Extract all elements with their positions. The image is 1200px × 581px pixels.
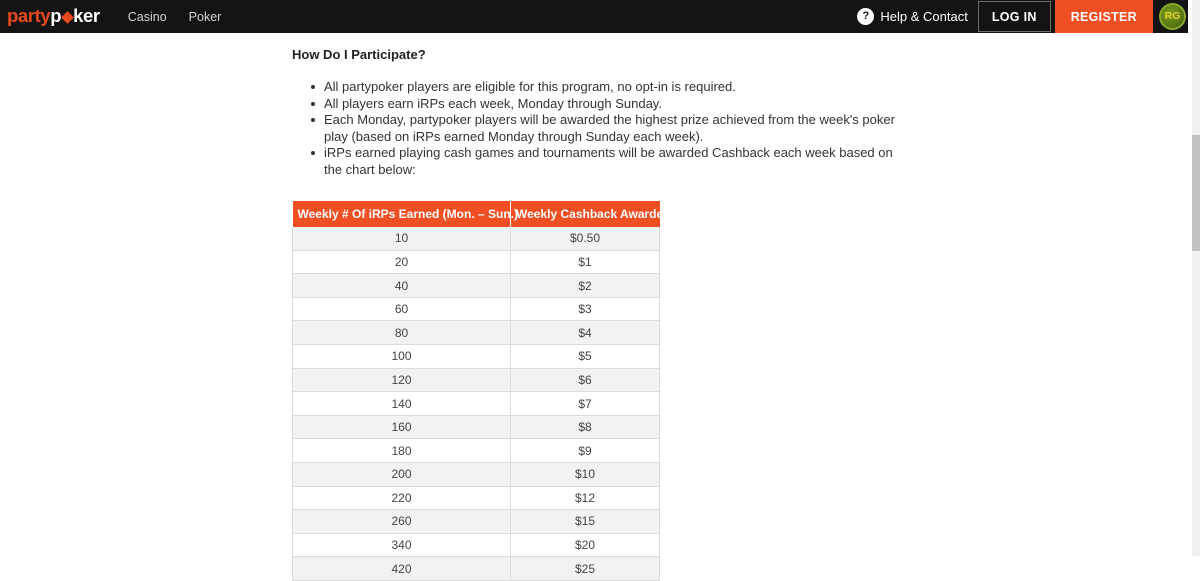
cell-irps-earned: 100 xyxy=(292,344,511,369)
vertical-scrollbar-track[interactable] xyxy=(1192,0,1200,556)
logo-text-ker: ker xyxy=(73,5,100,27)
logo-text-party: party xyxy=(7,5,51,27)
page-heading: How Do I Participate? xyxy=(292,47,426,62)
cell-irps-earned: 420 xyxy=(292,556,511,581)
help-and-contact-link[interactable]: ? Help & Contact xyxy=(857,8,968,25)
table-row: 200 $10 xyxy=(292,462,660,487)
nav-item-casino[interactable]: Casino xyxy=(128,10,167,24)
participation-bullet-list: All partypoker players are eligible for … xyxy=(292,79,912,179)
cell-cashback-awarded: $20 xyxy=(510,533,660,558)
article-body: How Do I Participate? All partypoker pla… xyxy=(292,47,912,581)
register-button[interactable]: REGISTER xyxy=(1054,0,1153,33)
list-item: Each Monday, partypoker players will be … xyxy=(292,112,912,145)
cell-cashback-awarded: $8 xyxy=(510,415,660,440)
table-body: 10 $0.50 20 $1 40 $2 60 $3 80 $4 100 $5 120 $6 140 $7 16… xyxy=(292,226,660,581)
cashback-table: Weekly # Of iRPs Earned (Mon. – Sun.) We… xyxy=(292,200,671,581)
table-row: 10 $0.50 xyxy=(292,226,660,251)
cell-cashback-awarded: $25 xyxy=(510,556,660,581)
table-row: 140 $7 xyxy=(292,391,660,416)
cell-irps-earned: 10 xyxy=(292,226,511,251)
table-header-row: Weekly # Of iRPs Earned (Mon. – Sun.) We… xyxy=(292,200,671,227)
table-row: 40 $2 xyxy=(292,273,660,298)
table-header: Weekly # Of iRPs Earned (Mon. – Sun.) We… xyxy=(292,200,671,227)
help-and-contact-label: Help & Contact xyxy=(880,9,968,24)
table-row: 260 $15 xyxy=(292,509,660,534)
cell-irps-earned: 40 xyxy=(292,273,511,298)
cell-cashback-awarded: $2 xyxy=(510,273,660,298)
cell-irps-earned: 80 xyxy=(292,320,511,346)
table-row: 100 $5 xyxy=(292,344,660,369)
column-header-irps: Weekly # Of iRPs Earned (Mon. – Sun.) xyxy=(292,200,518,227)
responsible-gaming-badge[interactable]: RG xyxy=(1159,3,1186,30)
log-in-button[interactable]: LOG IN xyxy=(977,1,1051,32)
cell-cashback-awarded: $5 xyxy=(510,344,660,369)
cell-irps-earned: 120 xyxy=(292,368,511,393)
cell-irps-earned: 140 xyxy=(292,391,511,416)
cell-irps-earned: 200 xyxy=(292,462,511,487)
cell-cashback-awarded: $4 xyxy=(510,320,660,346)
cell-cashback-awarded: $0.50 xyxy=(510,226,660,251)
question-mark-icon: ? xyxy=(857,8,875,25)
table-row: 160 $8 xyxy=(292,415,660,440)
table-row: 220 $12 xyxy=(292,486,660,511)
cell-irps-earned: 20 xyxy=(292,250,511,275)
cell-cashback-awarded: $1 xyxy=(510,250,660,275)
cell-cashback-awarded: $10 xyxy=(510,462,660,487)
cell-cashback-awarded: $15 xyxy=(510,509,660,534)
vertical-scrollbar-thumb[interactable] xyxy=(1192,135,1200,251)
cell-cashback-awarded: $12 xyxy=(510,486,660,511)
logo-text-p: p xyxy=(50,5,62,27)
top-header-bar: party p ker Casino Poker ? Help & Contact … xyxy=(0,0,1192,33)
table-row: 80 $4 xyxy=(292,320,660,346)
list-item: All partypoker players are eligible for … xyxy=(292,79,912,96)
partypoker-logo[interactable]: party p ker xyxy=(7,7,100,26)
list-item: All players earn iRPs each week, Monday … xyxy=(292,96,912,113)
page-content: How Do I Participate? All partypoker pla… xyxy=(0,33,1192,581)
table-row: 20 $1 xyxy=(292,250,660,275)
nav-item-poker[interactable]: Poker xyxy=(189,10,222,24)
table-row: 420 $25 xyxy=(292,556,660,581)
diamond-icon xyxy=(60,10,74,24)
cell-cashback-awarded: $6 xyxy=(510,368,660,393)
column-header-cashback: Weekly Cashback Awarded xyxy=(510,200,671,227)
cell-cashback-awarded: $3 xyxy=(510,297,660,322)
cell-cashback-awarded: $7 xyxy=(510,391,660,416)
cell-irps-earned: 160 xyxy=(292,415,511,440)
primary-nav: Casino Poker xyxy=(128,10,222,24)
table-row: 60 $3 xyxy=(292,297,660,322)
cell-cashback-awarded: $9 xyxy=(510,438,660,463)
cell-irps-earned: 60 xyxy=(292,297,511,322)
list-item: iRPs earned playing cash games and tourn… xyxy=(292,145,912,178)
table-row: 340 $20 xyxy=(292,533,660,558)
cell-irps-earned: 260 xyxy=(292,509,511,534)
header-actions: ? Help & Contact LOG IN REGISTER RG xyxy=(857,0,1192,33)
cell-irps-earned: 340 xyxy=(292,533,511,558)
table-row: 120 $6 xyxy=(292,368,660,393)
cell-irps-earned: 180 xyxy=(292,438,511,463)
table-row: 180 $9 xyxy=(292,438,660,463)
cell-irps-earned: 220 xyxy=(292,486,511,511)
